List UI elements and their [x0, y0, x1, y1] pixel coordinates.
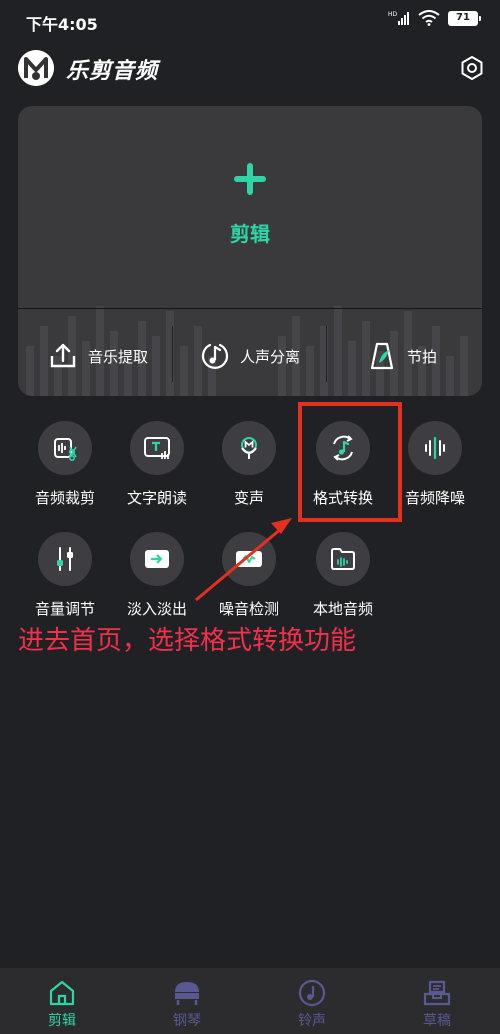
audio-cut-label: 音频裁剪: [34, 489, 95, 507]
noise-reduce-label: 音频降噪: [404, 489, 465, 507]
text-read-button[interactable]: 文字朗读: [111, 421, 203, 508]
app-title: 乐剪音频: [66, 59, 159, 84]
music-extract-button[interactable]: 音乐提取: [28, 326, 168, 386]
app-header: 乐剪音频: [0, 46, 500, 90]
piano-icon: [175, 982, 199, 1005]
fade-label: 淡入淡出: [126, 600, 187, 618]
add-icon[interactable]: [233, 162, 267, 196]
nav-tab-piano[interactable]: 钢琴: [142, 974, 232, 1030]
nav-label-draft: 草稿: [423, 1013, 451, 1029]
ringtone-icon: [298, 979, 326, 1007]
nav-label-edit: 剪辑: [48, 1013, 76, 1029]
signal-icon: HD: [388, 11, 409, 25]
beat-label: 节拍: [406, 347, 437, 366]
music-extract-label: 音乐提取: [87, 347, 148, 366]
noise-detect-button[interactable]: 噪音检测: [203, 532, 295, 619]
main-card: 剪辑 音乐提取 人声分离 节拍: [18, 106, 482, 396]
tool-separator: [172, 326, 173, 382]
noise-reduce-icon: [425, 436, 445, 460]
tool-separator: [326, 326, 327, 382]
upload-icon: [50, 343, 76, 368]
vocal-separate-label: 人声分离: [239, 347, 300, 366]
noise-detect-icon: [236, 551, 262, 567]
status-time: 下午4:05: [26, 15, 98, 34]
local-audio-label: 本地音频: [312, 600, 373, 618]
vocal-separate-button[interactable]: 人声分离: [180, 326, 320, 386]
annotation-text: 进去首页，选择格式转换功能: [18, 626, 357, 656]
bottom-nav: 剪辑 钢琴 铃声 草稿: [0, 968, 500, 1034]
edit-button[interactable]: 剪辑: [18, 218, 482, 247]
nav-tab-ringtone[interactable]: 铃声: [267, 974, 357, 1030]
local-audio-icon: [331, 548, 355, 570]
metronome-icon: [370, 342, 394, 370]
noise-detect-label: 噪音检测: [218, 600, 279, 618]
voice-change-button[interactable]: 变声: [203, 421, 295, 508]
voice-change-label: 变声: [233, 489, 264, 507]
nav-tab-draft[interactable]: 草稿: [392, 974, 482, 1030]
music-note-icon: [201, 343, 229, 369]
home-icon: [49, 980, 75, 1006]
settings-hexagon-icon[interactable]: [458, 54, 486, 82]
app-logo-icon: [18, 50, 54, 86]
volume-adjust-button[interactable]: 音量调节: [19, 532, 111, 619]
text-read-icon: [144, 437, 170, 459]
fade-icon: [145, 550, 169, 568]
highlight-box: [298, 402, 402, 522]
audio-cut-icon: [54, 438, 77, 461]
volume-adjust-label: 音量调节: [34, 600, 95, 618]
nav-label-ringtone: 铃声: [298, 1013, 326, 1029]
draft-icon: [423, 980, 451, 1006]
voice-change-icon: [241, 437, 257, 459]
text-read-label: 文字朗读: [126, 489, 187, 507]
svg-text:HD: HD: [388, 11, 398, 18]
noise-reduce-button[interactable]: 音频降噪: [389, 421, 481, 508]
local-audio-button[interactable]: 本地音频: [297, 532, 389, 619]
volume-adjust-icon: [57, 547, 73, 571]
nav-label-piano: 钢琴: [173, 1013, 201, 1029]
card-divider: [18, 308, 482, 309]
fade-button[interactable]: 淡入淡出: [111, 532, 203, 619]
wifi-icon: [418, 10, 440, 26]
battery-icon: 71: [448, 10, 481, 26]
beat-button[interactable]: 节拍: [332, 326, 472, 386]
status-bar: 下午4:05 HD 71: [0, 0, 500, 44]
audio-cut-button[interactable]: 音频裁剪: [19, 421, 111, 508]
nav-tab-edit[interactable]: 剪辑: [17, 974, 107, 1030]
